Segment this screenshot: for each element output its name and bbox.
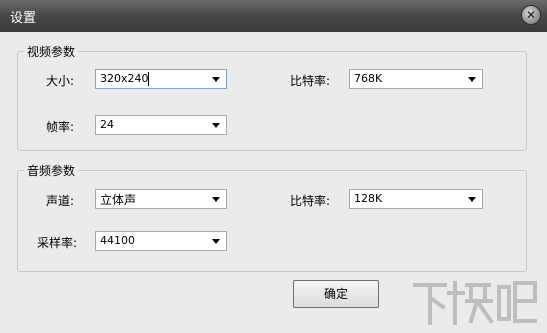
- size-label: 大小:: [46, 74, 75, 88]
- watermark-logo: [413, 281, 537, 325]
- chevron-down-icon[interactable]: [212, 123, 220, 128]
- audio-params-legend: 音频参数: [27, 164, 76, 178]
- window-title: 设置: [10, 11, 37, 26]
- ok-button[interactable]: 确定: [293, 280, 379, 308]
- audio-params-group: 音频参数: [17, 162, 527, 272]
- channel-dropdown[interactable]: 立体声: [95, 189, 227, 209]
- fps-label: 帧率:: [46, 120, 75, 134]
- video-bitrate-dropdown[interactable]: 768K: [349, 69, 483, 89]
- audio-bitrate-label: 比特率:: [290, 194, 331, 208]
- samplerate-dropdown[interactable]: 44100: [95, 231, 227, 251]
- channel-value: 立体声: [100, 193, 137, 207]
- fps-value: 24: [100, 118, 114, 131]
- samplerate-label: 采样率:: [37, 236, 78, 250]
- video-bitrate-value: 768K: [354, 72, 383, 85]
- title-bar[interactable]: 设置 ✕: [0, 0, 547, 32]
- chevron-down-icon[interactable]: [212, 77, 220, 82]
- fps-dropdown[interactable]: 24: [95, 115, 227, 135]
- video-bitrate-label: 比特率:: [290, 74, 331, 88]
- chevron-down-icon[interactable]: [212, 239, 220, 244]
- samplerate-value: 44100: [100, 234, 135, 247]
- chevron-down-icon[interactable]: [212, 197, 220, 202]
- chevron-down-icon[interactable]: [468, 197, 476, 202]
- channel-label: 声道:: [46, 194, 75, 208]
- audio-bitrate-value: 128K: [354, 192, 383, 205]
- settings-dialog: 设置 ✕ 视频参数 大小: 320x240 比特率: 768K 帧率: 24 音…: [0, 0, 547, 333]
- video-params-legend: 视频参数: [27, 45, 76, 59]
- close-icon[interactable]: ✕: [521, 5, 541, 25]
- dialog-body: 视频参数 大小: 320x240 比特率: 768K 帧率: 24 音频参数 声…: [0, 32, 547, 333]
- size-dropdown[interactable]: 320x240: [95, 69, 227, 89]
- video-params-group: 视频参数: [17, 43, 527, 151]
- chevron-down-icon[interactable]: [468, 77, 476, 82]
- size-value: 320x240: [100, 72, 149, 85]
- audio-bitrate-dropdown[interactable]: 128K: [349, 189, 483, 209]
- text-caret: [148, 72, 149, 86]
